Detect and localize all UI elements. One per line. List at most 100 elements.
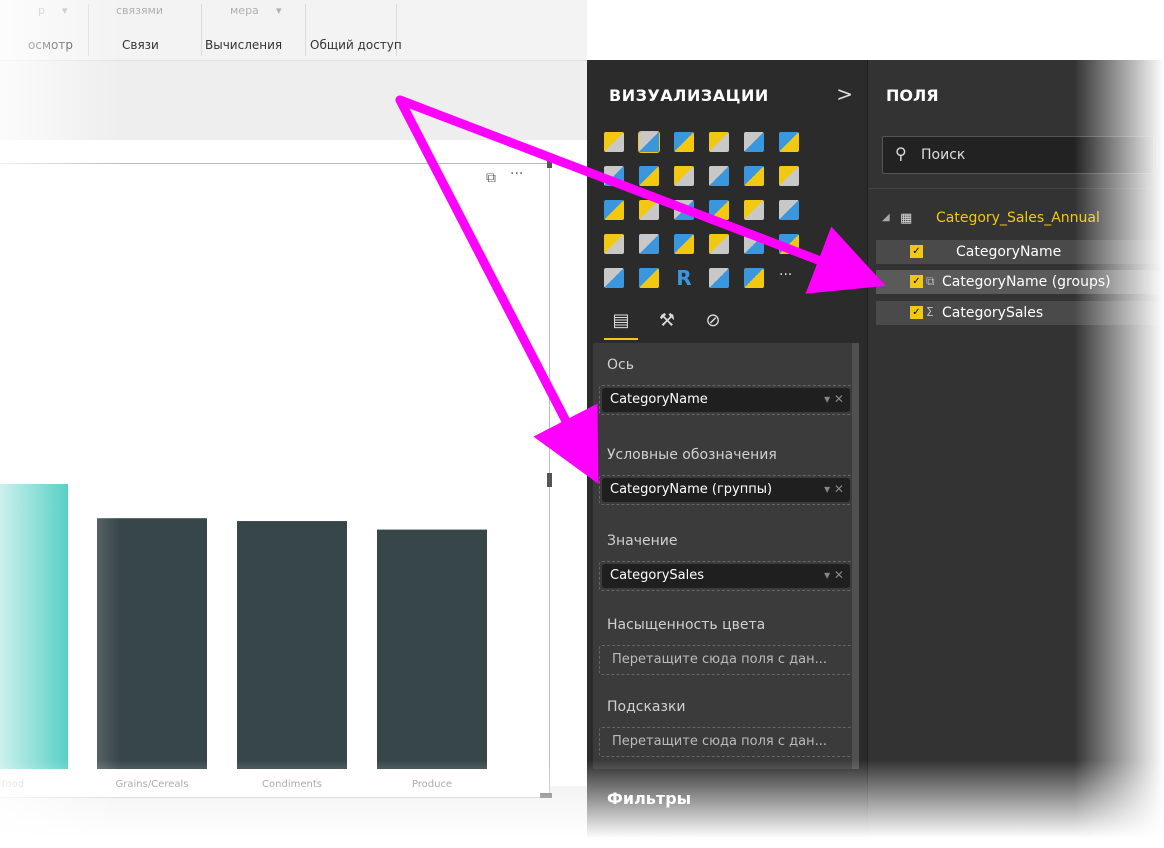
- visualizations-title: ВИЗУАЛИЗАЦИИ: [609, 86, 769, 105]
- bar-0[interactable]: [0, 484, 68, 769]
- stacked-area-icon[interactable]: [674, 166, 694, 186]
- well-legend[interactable]: CategoryName (группы) ▾ ✕: [599, 475, 853, 505]
- donut-icon[interactable]: [639, 268, 659, 288]
- stacked-column-icon[interactable]: [638, 131, 660, 153]
- slicer-icon[interactable]: [604, 268, 624, 288]
- format-tab-icon[interactable]: ⚒: [650, 304, 684, 338]
- well-label-value: Значение: [607, 533, 678, 549]
- well-label-color-saturation: Насыщенность цвета: [607, 617, 766, 633]
- wells-scrollbar[interactable]: [852, 343, 859, 769]
- expand-caret-icon[interactable]: ◢: [882, 212, 890, 223]
- ribbon-separator: [201, 4, 202, 56]
- bar-1[interactable]: [97, 518, 207, 769]
- ribbon-group-relationships: Связи: [122, 38, 159, 52]
- field-item-categoryname[interactable]: ✓ CategoryName: [876, 240, 1164, 264]
- ribbon-chart-icon[interactable]: [779, 166, 799, 186]
- well-value[interactable]: CategorySales ▾ ✕: [599, 561, 853, 591]
- visual-level-filters-label: Visual level filters: [607, 834, 714, 848]
- scatter-icon[interactable]: [604, 200, 624, 220]
- x-tick-label-3: Produce: [412, 779, 452, 790]
- pie-icon[interactable]: [639, 200, 659, 220]
- table-name: Category_Sales_Annual: [936, 210, 1100, 226]
- field-name: CategorySales: [942, 305, 1044, 321]
- bar-chart: food Grains/Cereals Condiments Produce: [0, 484, 487, 790]
- ribbon-group-calculations: Вычисления: [205, 38, 283, 52]
- ribbon-top-item-1[interactable]: связями: [116, 4, 163, 17]
- well-tooltips[interactable]: Перетащите сюда поля с дан...: [599, 727, 853, 757]
- 100-bar-icon[interactable]: [744, 132, 764, 152]
- bar-2[interactable]: [237, 521, 347, 769]
- field-name: CategoryName (groups): [942, 274, 1111, 290]
- r-visual-icon[interactable]: R: [674, 268, 694, 288]
- ribbon-group-share: Общий доступ: [310, 38, 402, 52]
- bar-3[interactable]: [377, 529, 487, 769]
- ribbon: р ▾ связями мера ▾ осмотр Связи Вычислен…: [0, 0, 587, 61]
- pane-tabs: ▤ ⚒ ⊘: [604, 304, 844, 344]
- chart-visual[interactable]: ⧉ ··· food Grains/Cereals Condiments Produc…: [0, 163, 550, 798]
- well-label-legend: Условные обозначения: [607, 447, 777, 463]
- x-tick-label-0: food: [2, 779, 24, 790]
- field-pill[interactable]: CategoryName ▾ ✕: [602, 388, 850, 412]
- pill-controls-icon[interactable]: ▾ ✕: [824, 392, 844, 406]
- ribbon-dropdown-icon[interactable]: ▾: [62, 4, 68, 17]
- field-item-categoryname-groups[interactable]: ✓ ⧉ CategoryName (groups): [876, 270, 1164, 294]
- filters-title: Фильтры: [607, 789, 692, 808]
- search-input[interactable]: Поиск: [921, 147, 965, 163]
- clustered-bar-icon[interactable]: [674, 132, 694, 152]
- ribbon-top-item-2[interactable]: мера: [230, 4, 259, 17]
- more-visuals-icon[interactable]: ···: [779, 268, 799, 288]
- fields-pane: ПОЛЯ ⚲ Поиск ◢ ▦ Category_Sales_Annual ✓…: [867, 60, 1164, 847]
- field-item-categorysales[interactable]: ✓ Σ CategorySales: [876, 301, 1164, 325]
- area-icon[interactable]: [639, 166, 659, 186]
- analytics-tab-icon[interactable]: ⊘: [696, 304, 730, 338]
- x-tick-label-1: Grains/Cereals: [116, 779, 189, 790]
- field-pill[interactable]: CategorySales ▾ ✕: [602, 564, 850, 588]
- fields-title: ПОЛЯ: [886, 86, 939, 105]
- filters-section: Фильтры Visual level filters: [593, 769, 859, 848]
- fields-tab-icon[interactable]: ▤: [604, 304, 638, 340]
- visualizations-pane: ВИЗУАЛИЗАЦИИ > R ··· ▤ ⚒ ⊘ Ось CategoryNa…: [587, 60, 867, 848]
- drop-placeholder: Перетащите сюда поля с дан...: [612, 734, 827, 749]
- resize-handle-right[interactable]: [547, 473, 552, 487]
- ribbon-separator: [305, 4, 306, 56]
- resize-handle-top-right[interactable]: [547, 160, 552, 168]
- line-icon[interactable]: [604, 166, 624, 186]
- divider: [868, 188, 1164, 189]
- shape-map-icon[interactable]: [709, 268, 729, 288]
- line-clustered-icon[interactable]: [744, 166, 764, 186]
- table-icon[interactable]: [744, 200, 764, 220]
- pill-label: CategoryName (группы): [610, 482, 773, 497]
- donut-grid-icon[interactable]: [674, 200, 694, 220]
- field-checkbox[interactable]: ✓: [910, 275, 923, 288]
- table-icon: ▦: [900, 211, 913, 226]
- funnel-icon[interactable]: [639, 234, 659, 254]
- stacked-bar-icon[interactable]: [604, 132, 624, 152]
- resize-handle-bottom-right[interactable]: [540, 793, 552, 798]
- pill-controls-icon[interactable]: ▾ ✕: [824, 568, 844, 582]
- filled-map-icon[interactable]: [604, 234, 624, 254]
- kpi-icon[interactable]: [779, 234, 799, 254]
- collapse-chevron-icon[interactable]: >: [836, 82, 853, 106]
- well-axis[interactable]: CategoryName ▾ ✕: [599, 385, 853, 415]
- drop-placeholder: Перетащите сюда поля с дан...: [612, 652, 827, 667]
- matrix-icon[interactable]: [779, 200, 799, 220]
- line-column-icon[interactable]: [709, 166, 729, 186]
- field-checkbox[interactable]: ✓: [910, 306, 923, 319]
- globe-icon[interactable]: [744, 268, 764, 288]
- field-pill[interactable]: CategoryName (группы) ▾ ✕: [602, 478, 850, 502]
- pill-controls-icon[interactable]: ▾ ✕: [824, 482, 844, 496]
- field-checkbox[interactable]: ✓: [910, 245, 923, 258]
- ribbon-dropdown-icon[interactable]: ▾: [276, 4, 282, 17]
- well-label-axis: Ось: [607, 357, 634, 373]
- sigma-icon: Σ: [926, 305, 934, 319]
- ribbon-top-item-0[interactable]: р: [38, 4, 45, 17]
- search-box[interactable]: ⚲ Поиск: [882, 136, 1154, 174]
- multirow-card-icon[interactable]: [744, 234, 764, 254]
- 100-column-icon[interactable]: [779, 132, 799, 152]
- clustered-column-icon[interactable]: [709, 132, 729, 152]
- search-icon: ⚲: [895, 144, 907, 163]
- gauge-icon[interactable]: [674, 234, 694, 254]
- card-icon[interactable]: [709, 234, 729, 254]
- map-icon[interactable]: [709, 200, 729, 220]
- well-color-saturation[interactable]: Перетащите сюда поля с дан...: [599, 645, 853, 675]
